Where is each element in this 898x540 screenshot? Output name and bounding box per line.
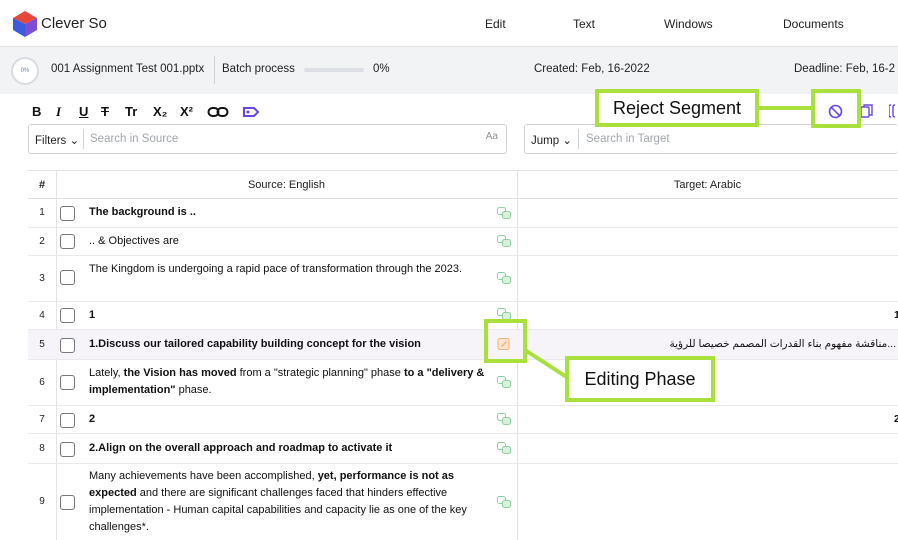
table-row[interactable]: 2 .. & Objectives are [28,228,898,256]
font-size-button[interactable]: Tr [125,104,137,119]
row-checkbox[interactable] [60,206,75,221]
top-nav: Clever So Edit Text Windows Documents [0,0,898,47]
row-number: 8 [39,443,45,454]
source-search-input[interactable]: Search in Source [90,133,178,145]
nav-edit[interactable]: Edit [485,17,506,31]
tm-match-icon[interactable] [497,235,511,247]
row-number: 1 [39,207,45,218]
row-number: 9 [39,496,45,507]
source-text[interactable]: 2.Align on the overall approach and road… [89,440,493,457]
created-date: Created: Feb, 16-2022 [534,63,650,75]
table-row[interactable]: 4 1 1 [28,302,898,330]
target-search-box: Jump ⌄ Search in Target [524,124,898,154]
col-header-target: Target: Arabic [517,171,898,199]
file-name[interactable]: 001 Assignment Test 001.pptx [51,63,204,75]
row-checkbox[interactable] [60,270,75,285]
deadline-date: Deadline: Feb, 16-2 [794,63,896,75]
source-search-box: Filters ⌄ Search in Source Aa [28,124,507,154]
table-row[interactable]: 3 The Kingdom is undergoing a rapid pace… [28,256,898,302]
brand-name: Clever So [41,15,107,32]
jump-dropdown[interactable]: Jump ⌄ [531,133,572,147]
filters-dropdown[interactable]: Filters ⌄ [35,133,79,147]
col-header-source: Source: English [56,171,517,199]
source-text[interactable]: 1.Discuss our tailored capability buildi… [89,336,493,353]
file-bar: 0% 001 Assignment Test 001.pptx Batch pr… [0,47,898,94]
strikethrough-button[interactable]: T [101,104,109,119]
tm-match-icon[interactable] [497,376,511,388]
tm-match-icon[interactable] [497,413,511,425]
table-row[interactable]: 5 1.Discuss our tailored capability buil… [28,330,898,360]
link-icon[interactable] [207,105,229,119]
source-text[interactable]: The Kingdom is undergoing a rapid pace o… [89,261,493,278]
target-text[interactable]: 2 [518,413,898,425]
source-text[interactable]: Many achievements have been accomplished… [89,468,493,536]
match-case-button[interactable]: Aa [486,131,498,142]
table-row[interactable]: 7 2 2 [28,406,898,434]
row-number: 5 [39,339,45,350]
callout-connector [759,106,811,110]
tm-match-icon[interactable] [497,207,511,219]
batch-process-label: Batch process [222,63,295,75]
table-row[interactable]: 8 2.Align on the overall approach and ro… [28,434,898,464]
row-number: 7 [39,414,45,425]
subscript-button[interactable]: X₂ [153,104,167,119]
row-number: 2 [39,236,45,247]
copy-icon[interactable] [860,104,873,118]
editing-phase-highlight [484,319,527,363]
more-icon[interactable] [889,104,898,118]
app-logo-icon [13,11,37,37]
tm-match-icon[interactable] [497,442,511,454]
row-checkbox[interactable] [60,375,75,390]
row-checkbox[interactable] [60,338,75,353]
row-number: 4 [39,310,45,321]
italic-button[interactable]: I [56,104,61,120]
row-checkbox[interactable] [60,413,75,428]
tag-icon[interactable] [242,106,260,118]
tm-match-icon[interactable] [497,496,511,508]
segment-table: # Source: English Target: Arabic 1 The b… [28,170,898,540]
superscript-button[interactable]: X² [180,104,193,119]
col-header-num: # [28,171,56,199]
batch-progress-pct: 0% [373,63,390,75]
row-number: 6 [39,377,45,388]
row-number: 3 [39,273,45,284]
divider [83,129,84,149]
bold-button[interactable]: B [32,104,41,119]
reject-segment-highlight [811,89,861,128]
target-text[interactable]: ...مناقشة مفهوم بناء القدرات المصمم خصيص… [518,338,898,350]
batch-progress-bar [304,68,364,72]
chevron-down-icon: ⌄ [562,135,572,147]
table-row[interactable]: 1 The background is .. [28,199,898,228]
editing-phase-callout: Editing Phase [565,356,715,402]
source-text[interactable]: .. & Objectives are [89,233,493,250]
divider [578,129,579,149]
nav-windows[interactable]: Windows [664,17,713,31]
source-text[interactable]: 1 [89,307,493,324]
table-row[interactable]: 6 Lately, the Vision has moved from a "s… [28,360,898,406]
source-text[interactable]: 2 [89,411,493,428]
row-checkbox[interactable] [60,442,75,457]
target-search-input[interactable]: Search in Target [586,133,670,145]
source-text[interactable]: The background is .. [89,204,493,221]
row-checkbox[interactable] [60,308,75,323]
table-row[interactable]: 9 Many achievements have been accomplish… [28,464,898,540]
chevron-down-icon: ⌄ [69,135,80,147]
row-checkbox[interactable] [60,234,75,249]
row-checkbox[interactable] [60,495,75,510]
nav-documents[interactable]: Documents [783,17,844,31]
target-text[interactable]: 1 [518,309,898,321]
tm-match-icon[interactable] [497,272,511,284]
progress-circle: 0% [11,57,39,85]
nav-text[interactable]: Text [573,17,595,31]
source-text[interactable]: Lately, the Vision has moved from a "str… [89,365,493,399]
divider [214,56,215,84]
reject-segment-callout: Reject Segment [595,89,759,127]
underline-button[interactable]: U [79,104,88,119]
